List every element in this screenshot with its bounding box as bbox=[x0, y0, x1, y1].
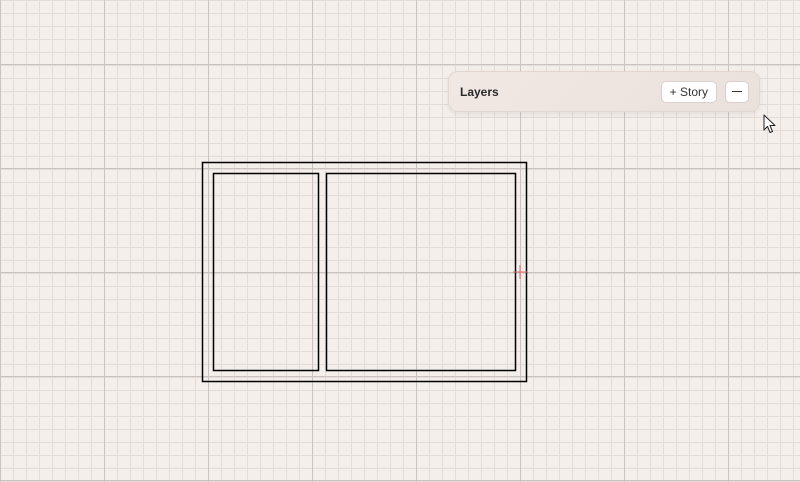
arrow-pointer-icon bbox=[763, 114, 776, 133]
room-left[interactable] bbox=[212, 172, 320, 372]
layers-title: Layers bbox=[460, 84, 499, 99]
room-right[interactable] bbox=[325, 172, 517, 372]
outer-wall-outline[interactable] bbox=[201, 161, 528, 383]
layers-panel: Layers + Story bbox=[448, 71, 760, 112]
collapse-panel-button[interactable] bbox=[725, 80, 749, 103]
minus-icon bbox=[732, 90, 742, 93]
add-story-button[interactable]: + Story bbox=[660, 80, 717, 103]
